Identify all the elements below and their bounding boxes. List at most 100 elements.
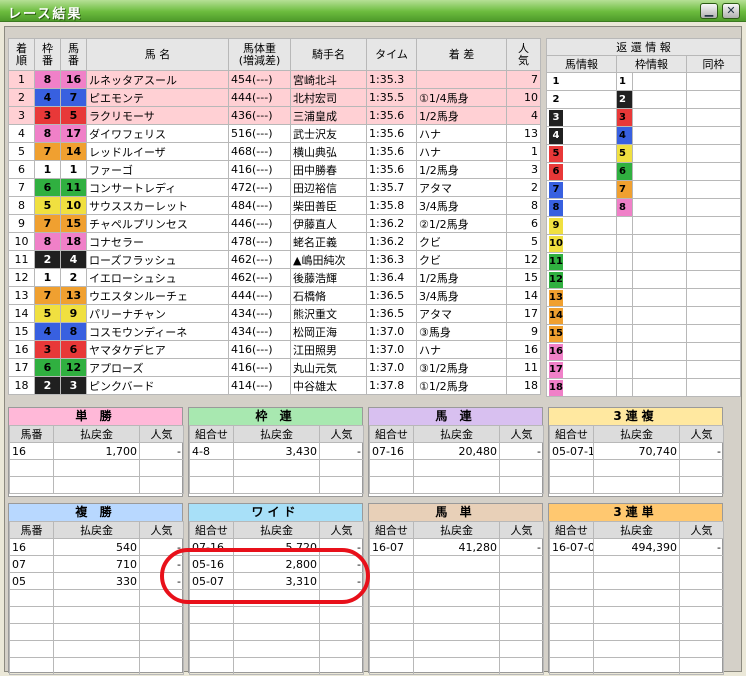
cell-weight: 478(---)	[228, 232, 291, 251]
return-horse-cell[interactable]: 18	[546, 378, 617, 397]
cell-weight: 468(---)	[228, 142, 291, 161]
return-waku-cell[interactable]: 1	[616, 72, 633, 91]
return-horse-cell[interactable]: 9	[546, 216, 617, 235]
payout-col-h2: 払戻金	[413, 425, 500, 443]
return-waku-cell[interactable]: 7	[616, 180, 633, 199]
payout-cell-b: 540	[53, 538, 140, 556]
payout-cell-b	[233, 459, 320, 477]
return-horse-cell[interactable]: 17	[546, 360, 617, 379]
payout-col-h1: 馬番	[9, 425, 54, 443]
return-horse-cell[interactable]: 10	[546, 234, 617, 253]
minimize-button[interactable]: ▁	[700, 3, 718, 19]
result-row[interactable]: 15 4 8 コスモウンディーネ 434(---) 松岡正海 1:37.0 ③馬身 9	[8, 322, 541, 341]
payout-row	[549, 640, 724, 658]
return-horse-cell[interactable]: 13	[546, 288, 617, 307]
payout-title-fukusho: 複 勝	[9, 504, 182, 521]
payout-header-row: 組合せ 払戻金 人気	[369, 521, 544, 539]
payout-row	[369, 623, 544, 641]
return-waku-cell[interactable]	[616, 288, 633, 307]
return-horse-cell[interactable]: 8	[546, 198, 617, 217]
cell-name: イエローシュシュ	[86, 268, 229, 287]
return-horse-cell[interactable]: 11	[546, 252, 617, 271]
result-row[interactable]: 12 1 2 イエローシュシュ 462(---) 後藤浩輝 1:36.4 1/2馬身 15	[8, 268, 541, 287]
return-waku-cell[interactable]	[616, 378, 633, 397]
payout-cell-a: 07-16	[189, 538, 234, 556]
result-row[interactable]: 13 7 13 ウエスタンルーチェ 444(---) 石橋脩 1:36.5 3/4馬身 14	[8, 286, 541, 305]
result-row[interactable]: 3 3 5 ラクリモーサ 436(---) 三浦皇成 1:35.6 1/2馬身 4	[8, 106, 541, 125]
result-row[interactable]: 2 4 7 ピエモンテ 444(---) 北村宏司 1:35.5 ①1/4馬身 10	[8, 88, 541, 107]
cell-pop: 4	[506, 106, 541, 125]
return-row: 66	[546, 162, 741, 181]
result-row[interactable]: 10 8 18 コナセラー 478(---) 蛯名正義 1:36.2 クビ 5	[8, 232, 541, 251]
return-same-cell	[686, 342, 741, 361]
result-row[interactable]: 17 6 12 アプローズ 416(---) 丸山元気 1:37.0 ③1/2馬身 11	[8, 358, 541, 377]
payout-cell-c	[679, 606, 724, 624]
return-horse-cell[interactable]: 7	[546, 180, 617, 199]
cell-waku: 8	[34, 70, 61, 89]
return-waku-cell[interactable]	[616, 270, 633, 289]
cell-weight: 434(---)	[228, 322, 291, 341]
payout-row	[9, 459, 184, 477]
result-row[interactable]: 11 2 4 ローズフラッシュ 462(---) ▲嶋田純次 1:36.3 クビ 12	[8, 250, 541, 269]
return-horse-cell[interactable]: 5	[546, 144, 617, 163]
return-waku-cell[interactable]	[616, 306, 633, 325]
cell-margin: 3/4馬身	[416, 196, 507, 215]
return-horse-cell[interactable]: 15	[546, 324, 617, 343]
return-horse-cell[interactable]: 3	[546, 108, 617, 127]
return-row: 15	[546, 324, 741, 343]
result-row[interactable]: 8 5 10 サウススカーレット 484(---) 柴田善臣 1:35.8 3/4馬身 8	[8, 196, 541, 215]
result-row[interactable]: 1 8 16 ルネッタアスール 454(---) 宮崎北斗 1:35.3 7	[8, 70, 541, 89]
payout-col-h2: 払戻金	[593, 425, 680, 443]
return-col-same: 同枠	[686, 55, 741, 73]
return-row: 44	[546, 126, 741, 145]
close-button[interactable]: ✕	[722, 3, 740, 19]
cell-name: ピンクバード	[86, 376, 229, 395]
return-horse-cell[interactable]: 2	[546, 90, 617, 109]
return-horse-cell[interactable]: 4	[546, 126, 617, 145]
return-horse-cell[interactable]: 12	[546, 270, 617, 289]
payout-cell-b: 5,720	[233, 538, 320, 556]
cell-margin: アタマ	[416, 304, 507, 323]
return-waku-cell[interactable]: 4	[616, 126, 633, 145]
cell-weight: 416(---)	[228, 340, 291, 359]
payout-cell-b	[413, 555, 500, 573]
col-jockey: 騎手名	[290, 38, 367, 71]
return-waku-cell[interactable]: 5	[616, 144, 633, 163]
return-waku-cell[interactable]: 3	[616, 108, 633, 127]
payout-cell-a: 16	[9, 442, 54, 460]
result-row[interactable]: 5 7 14 レッドルイーザ 468(---) 横山典弘 1:35.6 ハナ 1	[8, 142, 541, 161]
cell-time: 1:37.8	[366, 376, 417, 395]
payout-cell-a	[549, 572, 594, 590]
result-row[interactable]: 7 6 11 コンサートレディ 472(---) 田辺裕信 1:35.7 アタマ 2	[8, 178, 541, 197]
payout-cell-c	[499, 476, 544, 494]
return-horse-cell[interactable]: 6	[546, 162, 617, 181]
cell-time: 1:36.3	[366, 250, 417, 269]
result-row[interactable]: 4 8 17 ダイワフェリス 516(---) 武士沢友 1:35.6 ハナ 13	[8, 124, 541, 143]
result-row[interactable]: 6 1 1 ファーゴ 416(---) 田中勝春 1:35.6 1/2馬身 3	[8, 160, 541, 179]
return-waku-cell[interactable]: 2	[616, 90, 633, 109]
return-waku-cell[interactable]: 6	[616, 162, 633, 181]
cell-waku: 7	[34, 286, 61, 305]
return-horse-cell[interactable]: 1	[546, 72, 617, 91]
cell-name: ラクリモーサ	[86, 106, 229, 125]
return-row: 88	[546, 198, 741, 217]
payout-cell-c	[679, 555, 724, 573]
return-waku-cell[interactable]	[616, 342, 633, 361]
payout-col-h2: 払戻金	[593, 521, 680, 539]
return-waku-cell[interactable]	[616, 234, 633, 253]
result-row[interactable]: 9 7 15 チャペルプリンセス 446(---) 伊藤直人 1:36.2 ②1/2馬身 6	[8, 214, 541, 233]
return-waku-cell[interactable]	[616, 252, 633, 271]
return-horse-cell[interactable]: 14	[546, 306, 617, 325]
return-waku-cell[interactable]	[616, 360, 633, 379]
return-waku-cell[interactable]: 8	[616, 198, 633, 217]
return-waku-cell[interactable]	[616, 324, 633, 343]
payout-block-fukusho: 複 勝馬番 払戻金 人気 16 540-07 710-05 330-	[8, 503, 184, 675]
return-waku-cell[interactable]	[616, 216, 633, 235]
cell-margin: クビ	[416, 250, 507, 269]
result-row[interactable]: 14 5 9 パリーナチャン 434(---) 熊沢重文 1:36.5 アタマ 17	[8, 304, 541, 323]
payout-cell-c: -	[319, 538, 364, 556]
result-row[interactable]: 16 3 6 ヤマタケデヒア 416(---) 江田照男 1:37.0 ハナ 16	[8, 340, 541, 359]
result-row[interactable]: 18 2 3 ピンクバード 414(---) 中谷雄太 1:37.8 ①1/2馬身 18	[8, 376, 541, 395]
cell-pop: 10	[506, 88, 541, 107]
return-horse-cell[interactable]: 16	[546, 342, 617, 361]
